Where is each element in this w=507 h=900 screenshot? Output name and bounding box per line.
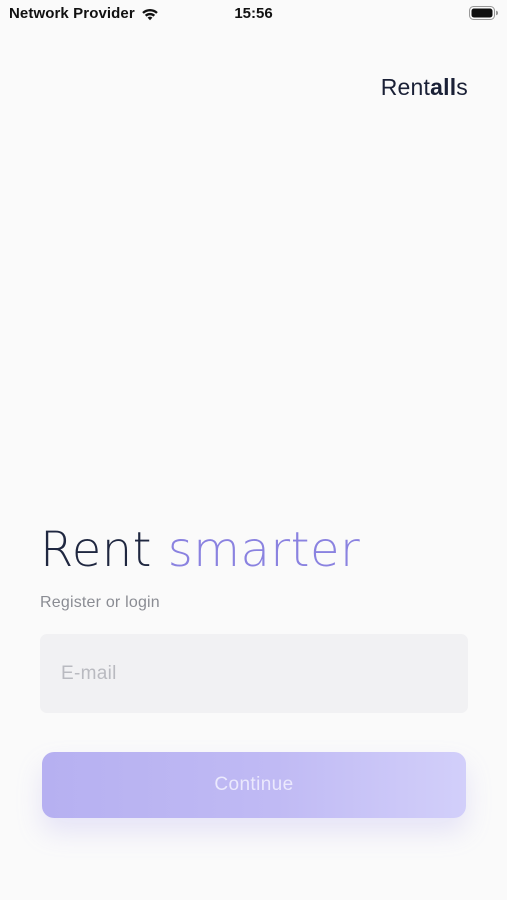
logo-part-rent: Rent (380, 74, 431, 100)
page-title: Rent smarter (40, 522, 360, 578)
title-word-smarter: smarter (167, 522, 361, 578)
email-field[interactable] (40, 634, 468, 713)
rentalls-logo: Rentalls (381, 74, 468, 101)
page-subtitle: Register or login (40, 594, 160, 611)
title-word-rent: Rent (40, 522, 152, 578)
continue-button[interactable]: Continue (42, 752, 466, 818)
status-bar: Network Provider 15:56 (0, 0, 507, 28)
logo-part-s: s (456, 74, 468, 100)
logo-part-all: all (430, 74, 457, 100)
battery-icon (469, 6, 498, 20)
clock: 15:56 (234, 5, 273, 22)
